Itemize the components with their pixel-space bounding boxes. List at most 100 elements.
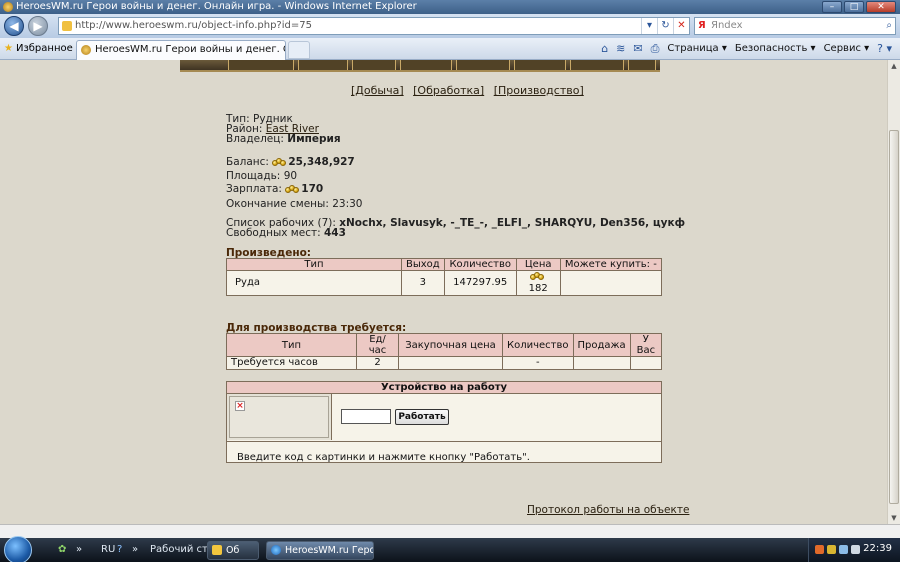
job-hint-text: Введите код с картинки и нажмите кнопку … [227, 441, 661, 463]
table-row: Руда 3 147297.95 182 [226, 270, 663, 296]
produced-table: Тип Выход Количество Цена Можете купить:… [226, 258, 663, 296]
page-menu[interactable]: Страница ▾ [667, 41, 726, 57]
captcha-code-input[interactable] [341, 409, 391, 424]
page-viewport: [Добыча] [Обработка] [Производство] Тип:… [0, 60, 887, 524]
column-header: Тип [226, 258, 402, 271]
volume-icon[interactable] [851, 545, 860, 554]
sale-cell [572, 356, 631, 370]
help-menu[interactable]: ? ▾ [877, 41, 892, 57]
output-cell: 3 [401, 270, 445, 296]
feeds-icon[interactable]: ≋ [616, 41, 625, 57]
maximize-button[interactable]: □ [844, 1, 864, 13]
column-header: Продажа [572, 333, 631, 357]
free-places-label: Свободных мест: [226, 227, 321, 239]
quantity-cell: 147297.95 [443, 270, 517, 296]
column-header: Закупочная цена [398, 333, 503, 357]
price-cell: 182 [515, 270, 561, 296]
scroll-thumb[interactable] [889, 130, 899, 504]
extraction-link[interactable]: [Добыча] [351, 84, 404, 97]
dropdown-arrow-icon[interactable]: ▾ [641, 18, 657, 34]
shift-end-line: Окончание смены: 23:30 [226, 198, 362, 210]
processing-link[interactable]: [Обработка] [413, 84, 484, 97]
table-header-row: Тип Выход Количество Цена Можете купить:… [226, 258, 663, 271]
ie-app-icon [3, 2, 13, 12]
column-header: Можете купить: - [559, 258, 663, 271]
star-icon: ★ [4, 43, 13, 54]
expand-icon[interactable]: » [76, 544, 82, 555]
required-table: Тип Ед/час Закупочная цена Количество Пр… [226, 333, 663, 370]
network-icon[interactable] [839, 545, 848, 554]
refresh-icon[interactable]: ↻ [657, 18, 673, 34]
salary-value: 170 [301, 183, 324, 195]
site-favicon-icon [81, 45, 91, 55]
requirement-cell: Требуется часов [226, 356, 357, 370]
vertical-scrollbar[interactable]: ▲ ▼ [887, 60, 900, 524]
expand-icon[interactable]: » [132, 544, 138, 555]
folder-button-label: Об [226, 545, 240, 556]
scroll-up-arrow-icon[interactable]: ▲ [888, 60, 900, 72]
gold-icon [272, 157, 287, 166]
owner-value: Империя [287, 133, 341, 145]
home-icon[interactable]: ⌂ [601, 41, 608, 57]
object-info-page: [Добыча] [Обработка] [Производство] Тип:… [0, 60, 887, 524]
close-button[interactable]: ✕ [866, 1, 896, 13]
command-bar: ⌂ ≋ ✉ ⎙ Страница ▾ Безопасность ▾ Сервис… [601, 41, 892, 57]
tabs-bar: ★ Избранное HeroesWM.ru Герои войны и ден… [0, 38, 900, 60]
folder-taskbar-button[interactable]: Об [207, 541, 259, 560]
job-signup-panel: Устройство на работу × Работать Введите … [226, 381, 662, 463]
can-buy-cell [559, 270, 663, 296]
stop-icon[interactable]: ✕ [673, 18, 689, 34]
print-icon[interactable]: ⎙ [651, 41, 660, 57]
minimize-button[interactable]: – [822, 1, 842, 13]
shift-end-value: 23:30 [332, 198, 363, 210]
favorites-button[interactable]: ★ Избранное [4, 41, 73, 57]
column-header: Тип [226, 333, 357, 357]
production-link[interactable]: [Производство] [494, 84, 584, 97]
you-have-cell [629, 356, 663, 370]
table-header-row: Тип Ед/час Закупочная цена Количество Пр… [226, 333, 663, 357]
ie-button-label: HeroesWM.ru Геро... [285, 545, 373, 556]
language-indicator[interactable]: RU [101, 544, 115, 555]
address-url: http://www.heroeswm.ru/object-info.php?i… [75, 20, 312, 31]
balance-value: 25,348,927 [288, 156, 355, 168]
job-signup-title: Устройство на работу [227, 382, 661, 394]
ie-icon [271, 545, 281, 555]
folder-icon [212, 545, 222, 555]
tab-active[interactable]: HeroesWM.ru Герои войны и денег. Онлайн … [76, 40, 286, 60]
amount-cell: - [502, 356, 574, 370]
free-places-line: Свободных мест: 443 [226, 227, 346, 239]
mail-icon[interactable]: ✉ [633, 41, 642, 57]
column-header: Количество [502, 333, 574, 357]
address-bar[interactable]: http://www.heroeswm.ru/object-info.php?i… [58, 17, 690, 35]
work-button[interactable]: Работать [395, 409, 449, 425]
protocol-link[interactable]: Протокол работы на объекте [527, 504, 689, 516]
new-tab-button[interactable] [288, 41, 310, 59]
captcha-cell: × [227, 394, 332, 440]
workers-value: xNochx, Slavusyk, -_TE_-, _ELFI_, SHARQY… [339, 217, 686, 229]
quicklaunch-icon[interactable]: ✿ [58, 544, 66, 555]
safety-menu[interactable]: Безопасность ▾ [735, 41, 816, 57]
back-button[interactable]: ◀ [4, 16, 24, 36]
column-header: У Вас [629, 333, 663, 357]
owner-line: Владелец: Империя [226, 133, 341, 145]
salary-label: Зарплата: [226, 183, 282, 195]
tray-app-icon[interactable] [815, 545, 824, 554]
forward-button[interactable]: ▶ [28, 16, 48, 36]
resource-cell: Руда [226, 270, 402, 296]
column-header: Ед/час [356, 333, 399, 357]
system-tray: 22:39 [808, 538, 900, 562]
search-input[interactable]: Я Яndex ⌕ [694, 17, 896, 35]
scroll-down-arrow-icon[interactable]: ▼ [888, 512, 900, 524]
ie-taskbar-button[interactable]: HeroesWM.ru Геро... [266, 541, 374, 560]
clock[interactable]: 22:39 [863, 543, 892, 554]
status-bar [0, 524, 900, 538]
broken-image-icon: × [235, 401, 245, 411]
balance-label: Баланс: [226, 156, 269, 168]
tools-menu[interactable]: Сервис ▾ [824, 41, 870, 57]
search-icon[interactable]: ⌕ [886, 18, 892, 34]
tray-app-icon[interactable] [827, 545, 836, 554]
window-titlebar: HeroesWM.ru Герои войны и денег. Онлайн … [0, 0, 900, 14]
help-icon[interactable]: ? [117, 544, 122, 555]
purchase-price-cell [398, 356, 503, 370]
start-button[interactable] [4, 536, 32, 562]
